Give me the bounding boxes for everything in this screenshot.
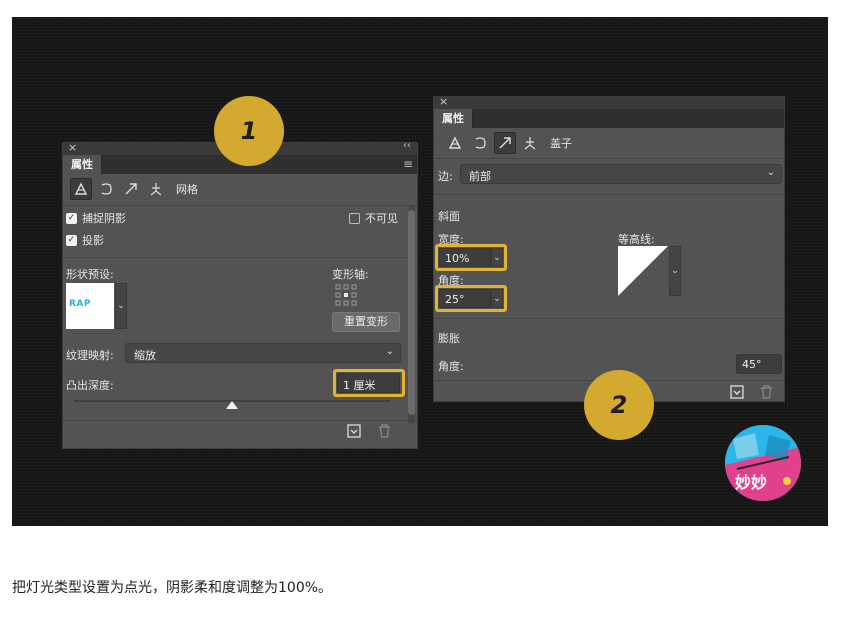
side-value: 前部 <box>469 170 491 183</box>
inflate-angle-label: 角度: <box>438 360 464 373</box>
divider <box>63 205 417 206</box>
logo-text: 妙妙 <box>735 473 768 492</box>
shape-preset-label: 形状预设: <box>66 268 114 281</box>
angle-highlight <box>435 285 507 312</box>
mesh-icon[interactable] <box>70 178 92 200</box>
panel2-section-label: 盖子 <box>550 137 572 150</box>
contour-preview[interactable] <box>618 246 668 296</box>
deform-icon[interactable] <box>469 132 491 154</box>
cap-icon[interactable] <box>120 178 142 200</box>
close-icon[interactable]: × <box>439 95 448 108</box>
capture-shadow-checkbox[interactable]: ✓ 捕捉阴影 <box>66 210 126 226</box>
inflate-angle-input[interactable]: 45° <box>736 354 782 374</box>
checkbox-checked-icon: ✓ <box>66 234 77 246</box>
divider <box>434 194 784 195</box>
chevron-down-icon: ⌄ <box>385 346 394 357</box>
checkbox-checked-icon: ✓ <box>66 212 77 224</box>
step-badge-2: 2 <box>584 370 654 440</box>
mesh-icon[interactable] <box>444 132 466 154</box>
render-icon[interactable] <box>730 385 744 402</box>
panel2-icon-row: 盖子 <box>444 132 572 154</box>
panel-tab-row: 属性 <box>434 109 784 128</box>
texture-mapping-value: 缩放 <box>134 349 156 362</box>
invisible-label: 不可见 <box>365 212 398 225</box>
panel1-section-label: 网格 <box>176 183 198 196</box>
chevron-down-icon: ⌄ <box>671 266 679 276</box>
texture-mapping-label: 纹理映射: <box>66 349 114 362</box>
render-icon[interactable] <box>347 424 361 441</box>
shape-preset-thumbnail[interactable]: RAP <box>66 283 114 329</box>
close-icon[interactable]: × <box>68 141 77 154</box>
coordinates-icon[interactable] <box>145 178 167 200</box>
inflate-heading: 膨胀 <box>438 332 460 345</box>
scrollbar-thumb[interactable] <box>408 210 415 415</box>
side-label: 边: <box>438 170 453 183</box>
coordinates-icon[interactable] <box>519 132 541 154</box>
trash-icon[interactable] <box>378 424 391 441</box>
divider <box>434 158 784 159</box>
tab-properties[interactable]: 属性 <box>434 109 473 128</box>
panel-titlebar: × <box>434 95 784 109</box>
chevron-down-icon: ⌄ <box>766 167 775 178</box>
cast-shadow-checkbox[interactable]: ✓ 投影 <box>66 232 104 248</box>
contour-label: 等高线: <box>618 233 655 246</box>
reset-deform-button[interactable]: 重置变形 <box>332 312 400 332</box>
article-caption: 把灯光类型设置为点光，阴影柔和度调整为100%。 <box>12 580 333 596</box>
deform-axis-label: 变形轴: <box>332 268 369 281</box>
extrusion-depth-label: 凸出深度: <box>66 379 114 392</box>
cap-icon[interactable] <box>494 132 516 154</box>
slider-knob[interactable] <box>226 401 238 409</box>
capture-shadow-label: 捕捉阴影 <box>82 212 126 225</box>
panel1-icon-row: 网格 <box>70 178 198 200</box>
bevel-heading: 斜面 <box>438 210 460 223</box>
cast-shadow-label: 投影 <box>82 234 104 247</box>
side-select[interactable]: 前部 ⌄ <box>460 164 782 184</box>
checkbox-unchecked-icon <box>349 212 360 224</box>
divider <box>434 318 784 319</box>
chevron-down-icon: ⌄ <box>117 301 125 311</box>
watermark-logo: 妙妙 <box>725 425 801 501</box>
deform-icon[interactable] <box>95 178 117 200</box>
shape-thumb-text: RAP <box>69 299 91 309</box>
extrusion-depth-highlight <box>333 369 405 397</box>
trash-icon[interactable] <box>760 385 773 402</box>
panel-menu-icon[interactable]: ≡ <box>403 158 413 170</box>
divider <box>63 257 409 258</box>
shape-preset-dropdown[interactable]: ⌄ <box>115 283 127 329</box>
contour-dropdown[interactable]: ⌄ <box>669 246 681 296</box>
divider <box>63 420 417 421</box>
deform-axis-grid-icon[interactable] <box>335 284 357 306</box>
width-highlight <box>435 244 507 271</box>
tab-properties[interactable]: 属性 <box>63 155 102 174</box>
texture-mapping-select[interactable]: 缩放 ⌄ <box>125 343 401 363</box>
invisible-checkbox[interactable]: 不可见 <box>349 210 398 226</box>
step-badge-1: 1 <box>214 96 284 166</box>
collapse-icon[interactable]: ‹‹ <box>403 140 411 151</box>
inflate-angle-value: 45° <box>742 358 762 371</box>
